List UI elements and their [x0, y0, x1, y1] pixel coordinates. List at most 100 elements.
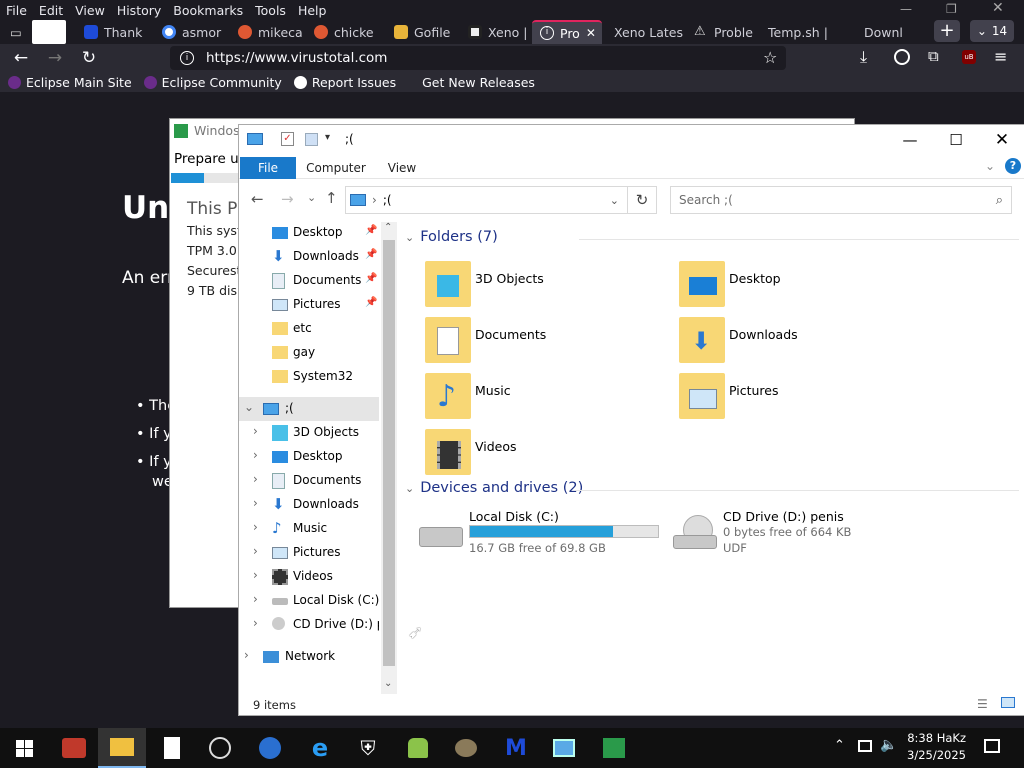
nav-pc-videos[interactable]: › Videos	[239, 565, 379, 589]
taskbar-gimp[interactable]	[442, 728, 490, 768]
nav-pc-3d-objects[interactable]: › 3D Objects	[239, 421, 379, 445]
explorer-minimize-button[interactable]: —	[887, 125, 933, 155]
bookmark-eclipse-community[interactable]: Eclipse Community	[143, 75, 282, 90]
ribbon-expand-icon[interactable]: ⌄	[985, 159, 995, 173]
menu-history[interactable]: History	[117, 3, 161, 18]
pin-icon[interactable]: 📌	[365, 297, 377, 308]
nav-pc-music[interactable]: › ♪ Music	[239, 517, 379, 541]
network-icon[interactable]	[858, 740, 872, 752]
folder-pictures[interactable]: Pictures	[679, 373, 909, 423]
action-center-icon[interactable]	[984, 739, 1000, 753]
chevron-right-icon[interactable]: ›	[253, 448, 258, 462]
folder-desktop[interactable]: Desktop	[679, 261, 909, 311]
window-restore-button[interactable]: ❐	[946, 2, 957, 16]
tab-overview-button[interactable]: ▭	[4, 20, 32, 44]
drive-local-disk-c[interactable]: Local Disk (C:) 16.7 GB free of 69.8 GB	[419, 509, 669, 559]
chevron-right-icon[interactable]: ›	[253, 544, 258, 558]
nav-pc-downloads[interactable]: › ⬇ Downloads	[239, 493, 379, 517]
chevron-right-icon[interactable]: ›	[253, 568, 258, 582]
nav-this-pc[interactable]: ⌄ ;(	[239, 397, 379, 421]
large-icons-view-icon[interactable]	[1001, 697, 1015, 708]
taskbar-notepad[interactable]	[148, 728, 196, 768]
pin-icon[interactable]: 📌	[365, 273, 377, 284]
nav-network[interactable]: › Network	[239, 645, 379, 669]
nav-pc-cd-drive[interactable]: ›CD Drive (D:) penis	[239, 613, 379, 637]
bookmark-get-new-releases[interactable]: Get New Releases	[422, 75, 535, 90]
scroll-down-icon[interactable]: ⌄	[384, 678, 392, 689]
ribbon-tab-computer[interactable]: Computer	[301, 157, 371, 179]
tab-xeno[interactable]: Xeno |	[460, 20, 532, 44]
explorer-maximize-button[interactable]: ☐	[933, 125, 979, 155]
volume-icon[interactable]: 🔈	[880, 737, 897, 753]
customize-toolbar-icon[interactable]: ▾	[325, 132, 330, 143]
start-button[interactable]	[0, 728, 48, 768]
address-bar[interactable]: › ;( ⌄	[345, 186, 628, 214]
taskbar-app-blue[interactable]	[540, 728, 588, 768]
tab-proble[interactable]: ⚠ Proble	[686, 20, 758, 44]
window-close-button[interactable]: ✕	[992, 0, 1004, 16]
chevron-down-icon[interactable]: ⌄	[244, 400, 254, 414]
chevron-down-icon[interactable]: ⌄	[405, 231, 414, 244]
chevron-right-icon[interactable]: ›	[253, 616, 258, 630]
window-minimize-button[interactable]: —	[900, 2, 912, 16]
account-icon[interactable]	[894, 49, 910, 65]
nav-scrollbar[interactable]: ⌃ ⌄	[381, 222, 397, 694]
bookmark-report-issues[interactable]: Report Issues	[293, 75, 396, 90]
nav-quick-desktop[interactable]: Desktop 📌	[239, 221, 379, 245]
nav-quick-etc[interactable]: etc	[239, 317, 379, 341]
nav-pc-pictures[interactable]: › Pictures	[239, 541, 379, 565]
ublock-icon[interactable]: uB	[962, 50, 976, 64]
pin-icon[interactable]: 📌	[365, 225, 377, 236]
folder-music[interactable]: ♪ Music	[425, 373, 655, 423]
bookmark-star-icon[interactable]: ☆	[763, 48, 777, 67]
chevron-right-icon[interactable]: ›	[253, 592, 258, 606]
menu-tools[interactable]: Tools	[255, 3, 286, 18]
chevron-right-icon[interactable]: ›	[244, 648, 249, 662]
folders-group-header[interactable]: ⌄ Folders (7)	[405, 229, 1019, 245]
back-button[interactable]: ←	[8, 45, 34, 71]
tab-mikeca[interactable]: mikeca	[230, 20, 302, 44]
nav-quick-documents[interactable]: Documents 📌	[239, 269, 379, 293]
drive-cd-d[interactable]: CD Drive (D:) penis 0 bytes free of 664 …	[673, 509, 923, 559]
breadcrumb-this-pc[interactable]: ;(	[383, 193, 392, 207]
nav-quick-gay[interactable]: gay	[239, 341, 379, 365]
back-arrow-icon[interactable]: ←	[251, 190, 264, 208]
url-bar[interactable]: i https://www.virustotal.com	[170, 46, 786, 70]
taskbar-edge[interactable]: e	[296, 728, 344, 768]
reload-button[interactable]: ↻	[76, 45, 102, 71]
menu-bookmarks[interactable]: Bookmarks	[173, 3, 243, 18]
tab-gofile[interactable]: Gofile	[386, 20, 458, 44]
menu-help[interactable]: Help	[298, 3, 327, 18]
address-dropdown-icon[interactable]: ⌄	[610, 194, 619, 207]
bookmark-eclipse-main[interactable]: Eclipse Main Site	[8, 75, 132, 90]
taskbar-obs[interactable]	[196, 728, 244, 768]
forward-arrow-icon[interactable]: →	[281, 190, 294, 208]
chevron-right-icon[interactable]: ›	[253, 496, 258, 510]
nav-pc-desktop[interactable]: › Desktop	[239, 445, 379, 469]
chevron-right-icon[interactable]: ›	[253, 520, 258, 534]
tab-asmor[interactable]: asmor	[154, 20, 226, 44]
ribbon-tab-file[interactable]: File	[240, 157, 296, 179]
scroll-up-icon[interactable]: ⌃	[384, 222, 392, 233]
hamburger-menu-icon[interactable]: ≡	[994, 47, 1007, 66]
taskbar-android[interactable]	[394, 728, 442, 768]
properties-icon[interactable]: ✓	[281, 132, 294, 146]
menu-view[interactable]: View	[75, 3, 105, 18]
forward-button[interactable]: →	[42, 45, 68, 71]
extensions-icon[interactable]: ⧉	[928, 47, 939, 65]
new-tab-button[interactable]: +	[934, 20, 960, 42]
menu-edit[interactable]: Edit	[39, 3, 63, 18]
explorer-close-button[interactable]: ✕	[979, 125, 1024, 155]
new-folder-icon[interactable]	[305, 133, 318, 146]
folder-videos[interactable]: Videos	[425, 429, 655, 479]
nav-scroll-thumb[interactable]	[383, 240, 395, 666]
tab-list-button[interactable]: ⌄ 14	[970, 20, 1014, 42]
tab-temp-sh[interactable]: Temp.sh |	[760, 20, 832, 44]
close-tab-icon[interactable]: ✕	[586, 26, 596, 40]
ribbon-tab-view[interactable]: View	[379, 157, 425, 179]
folder-3d-objects[interactable]: 3D Objects	[425, 261, 655, 311]
taskbar-file-explorer[interactable]	[98, 728, 146, 768]
taskbar-installer[interactable]	[590, 728, 638, 768]
tab-downl[interactable]: Downl	[856, 20, 910, 44]
show-hidden-icons-icon[interactable]: ⌃	[834, 738, 845, 753]
